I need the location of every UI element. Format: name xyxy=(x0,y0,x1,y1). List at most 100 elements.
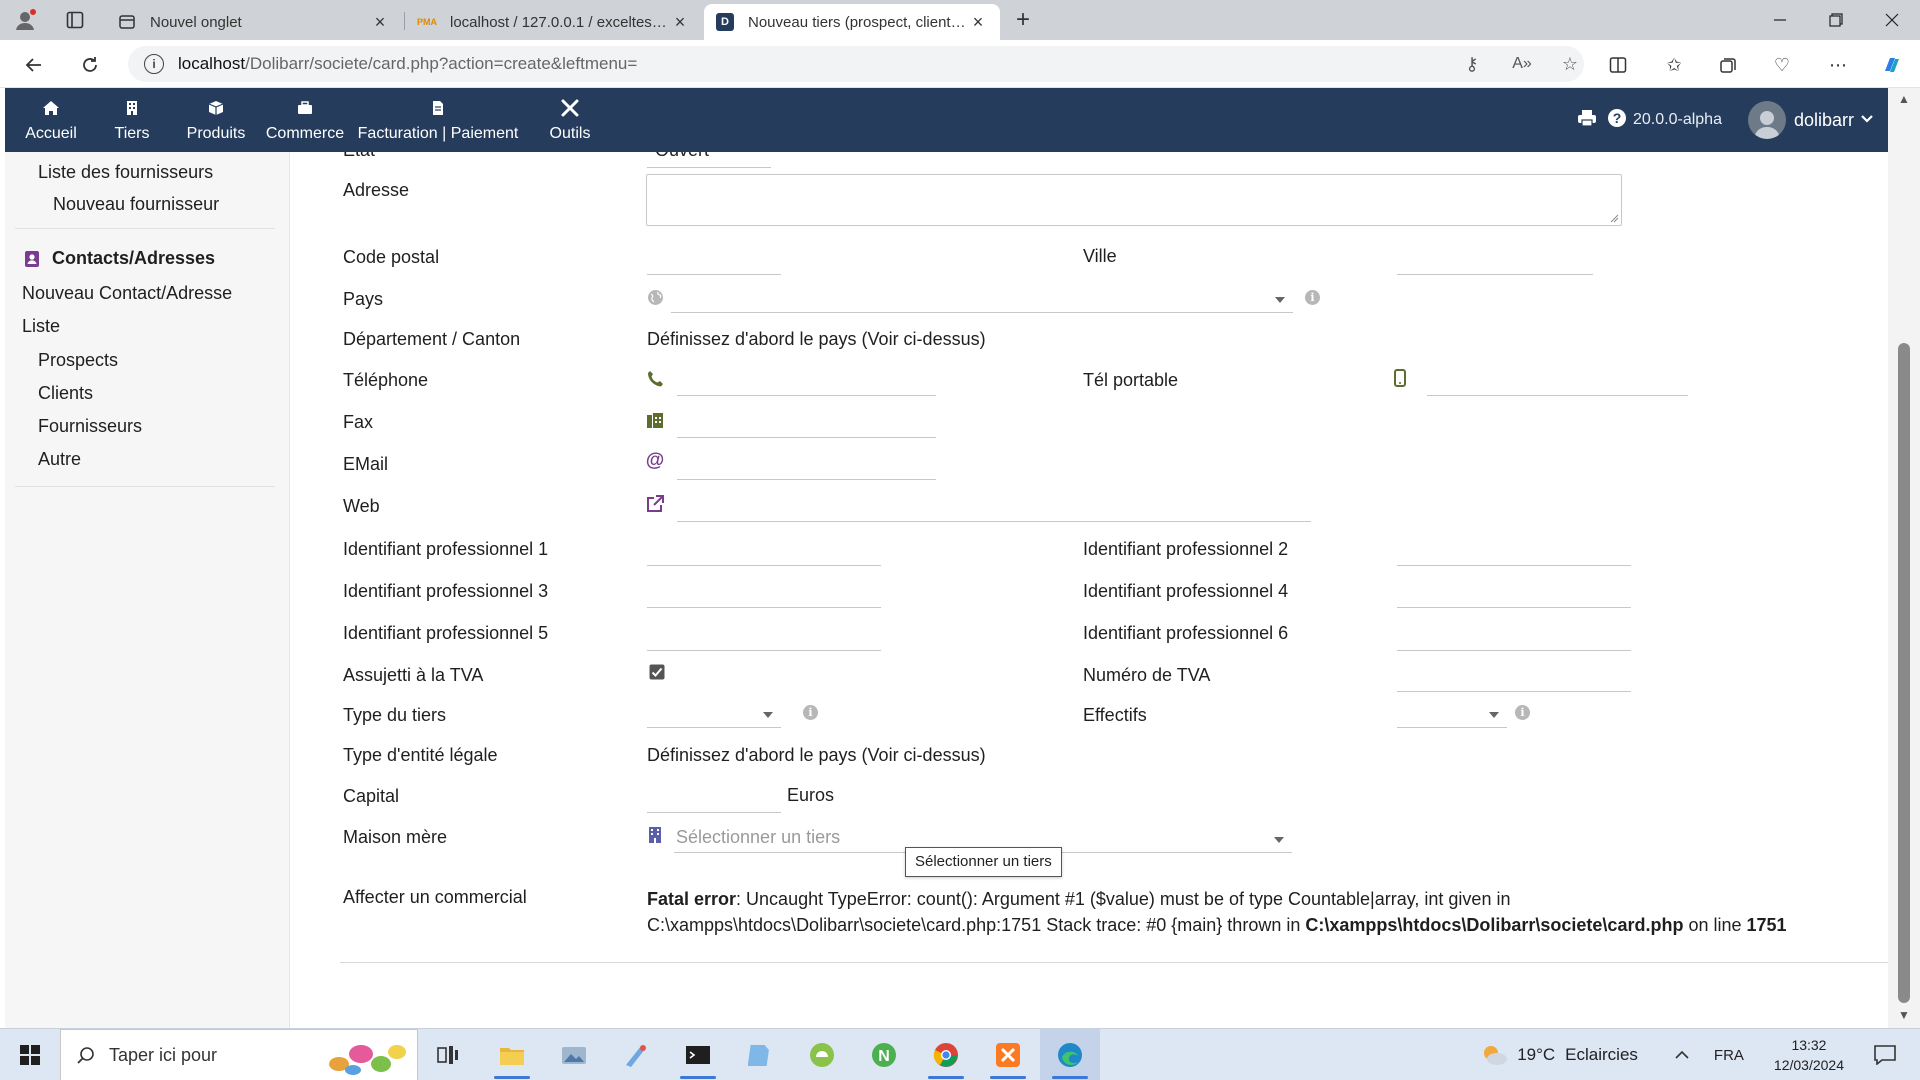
left-menu-new-supplier[interactable]: Nouveau fournisseur xyxy=(53,194,219,215)
tab-phpmyadmin[interactable]: PMA localhost / 127.0.0.1 / exceltests /… xyxy=(406,4,702,40)
id-prof3-input[interactable] xyxy=(647,578,881,608)
left-menu-prospects[interactable]: Prospects xyxy=(38,350,118,371)
avatar[interactable] xyxy=(1747,101,1786,139)
scroll-up-icon[interactable]: ▲ xyxy=(1896,92,1912,108)
android-app-icon[interactable] xyxy=(792,1029,852,1080)
id-prof1-input[interactable] xyxy=(647,536,881,566)
pays-select[interactable] xyxy=(671,283,1293,313)
adresse-textarea[interactable] xyxy=(646,174,1622,226)
back-button[interactable] xyxy=(18,50,50,80)
ville-input[interactable] xyxy=(1397,245,1593,275)
left-menu-new-contact[interactable]: Nouveau Contact/Adresse xyxy=(22,283,232,304)
web-input[interactable] xyxy=(677,492,1311,522)
edge-icon[interactable] xyxy=(1040,1029,1100,1080)
scroll-down-icon[interactable]: ▼ xyxy=(1896,1008,1912,1024)
tab-dolibarr-new-thirdparty[interactable]: D Nouveau tiers (prospect, client, fo × xyxy=(704,4,1000,40)
id-prof4-input[interactable] xyxy=(1397,578,1631,608)
type-tiers-select[interactable] xyxy=(647,698,781,728)
close-tab-icon[interactable]: × xyxy=(370,12,390,33)
etat-select[interactable]: Ouvert xyxy=(647,152,771,168)
xampp-icon[interactable] xyxy=(978,1029,1038,1080)
file-explorer-icon[interactable] xyxy=(482,1029,542,1080)
site-info-icon[interactable]: i xyxy=(144,54,164,74)
effectifs-select[interactable] xyxy=(1397,698,1507,728)
tab-new-tab[interactable]: Nouvel onglet × xyxy=(106,4,402,40)
input-language[interactable]: FRA xyxy=(1714,1047,1744,1064)
clock[interactable]: 13:32 12/03/2024 xyxy=(1774,1035,1844,1075)
settings-more-icon[interactable]: ⋯ xyxy=(1820,50,1856,80)
id-prof5-input[interactable] xyxy=(647,621,881,651)
favorite-star-icon[interactable]: ☆ xyxy=(1552,46,1588,82)
chrome-icon[interactable] xyxy=(916,1029,976,1080)
resize-handle-icon[interactable] xyxy=(1610,214,1619,223)
num-tva-input[interactable] xyxy=(1397,662,1631,692)
info-icon[interactable]: i xyxy=(1305,290,1320,305)
code-postal-input[interactable] xyxy=(647,245,781,275)
menu-produits[interactable]: Produits xyxy=(175,88,257,152)
menu-commerce[interactable]: Commerce xyxy=(260,88,350,152)
password-key-icon[interactable]: ⚷ xyxy=(1454,46,1490,82)
menu-accueil[interactable]: Accueil xyxy=(15,88,87,152)
favorites-icon[interactable]: ✩ xyxy=(1656,50,1692,80)
read-aloud-icon[interactable]: A» xyxy=(1504,46,1540,82)
paint-icon[interactable] xyxy=(606,1029,666,1080)
terminal-icon[interactable] xyxy=(668,1029,728,1080)
departement-label: Département / Canton xyxy=(343,329,521,349)
chevron-up-icon[interactable] xyxy=(1674,1050,1690,1060)
notification-icon[interactable] xyxy=(1874,1045,1896,1065)
menu-tiers[interactable]: Tiers xyxy=(97,88,167,152)
close-window-icon[interactable] xyxy=(1864,0,1920,40)
capital-unit: Euros xyxy=(787,785,835,805)
url-field[interactable]: i localhost /Dolibarr/societe/card.php?a… xyxy=(128,46,1584,82)
scrollbar-thumb[interactable] xyxy=(1898,343,1910,1003)
left-menu-contacts-title[interactable]: Contacts/Adresses xyxy=(24,248,215,269)
capital-input[interactable] xyxy=(647,783,781,813)
minimize-icon[interactable] xyxy=(1752,0,1808,40)
new-tab-button[interactable]: + xyxy=(1008,6,1038,34)
close-tab-icon[interactable]: × xyxy=(968,12,988,33)
tab-actions-icon[interactable] xyxy=(60,6,90,34)
weather-description[interactable]: Eclaircies xyxy=(1565,1045,1638,1065)
print-icon[interactable] xyxy=(1577,109,1597,132)
restore-icon[interactable] xyxy=(1808,0,1864,40)
copilot-icon[interactable] xyxy=(1874,50,1910,80)
windows-start-button[interactable] xyxy=(0,1029,60,1080)
left-menu-other[interactable]: Autre xyxy=(38,449,81,470)
image-viewer-icon[interactable] xyxy=(544,1029,604,1080)
left-menu-supplier-list[interactable]: Liste des fournisseurs xyxy=(38,162,213,183)
email-input[interactable] xyxy=(677,450,936,480)
left-menu-suppliers[interactable]: Fournisseurs xyxy=(38,416,142,437)
close-tab-icon[interactable]: × xyxy=(670,12,690,33)
task-view-icon[interactable] xyxy=(418,1029,478,1080)
entite-legale-label: Type d'entité légale xyxy=(343,745,498,765)
telephone-input[interactable] xyxy=(677,366,936,396)
left-menu-list[interactable]: Liste xyxy=(22,316,60,337)
taskbar-search-input[interactable]: Taper ici pour xyxy=(60,1029,418,1080)
id-prof6-input[interactable] xyxy=(1397,621,1631,651)
menu-label: Facturation | Paiement xyxy=(357,125,519,142)
info-icon[interactable]: i xyxy=(803,705,818,720)
left-menu-clients[interactable]: Clients xyxy=(38,383,93,404)
user-name[interactable]: dolibarr xyxy=(1794,110,1854,131)
ville-label: Ville xyxy=(1083,246,1117,266)
id-prof2-input[interactable] xyxy=(1397,536,1631,566)
fax-input[interactable] xyxy=(677,408,936,438)
menu-facturation-paiement[interactable]: Facturation | Paiement xyxy=(353,88,523,152)
info-icon[interactable]: i xyxy=(1515,705,1530,720)
split-screen-icon[interactable] xyxy=(1600,50,1636,80)
weather-temperature[interactable]: 19°C xyxy=(1517,1045,1555,1065)
page-scrollbar[interactable]: ▲ ▼ xyxy=(1888,88,1920,1028)
collections-icon[interactable] xyxy=(1710,50,1746,80)
weather-cloud-sun-icon[interactable] xyxy=(1479,1042,1509,1068)
help-icon[interactable]: ? xyxy=(1607,108,1627,133)
tva-checkbox[interactable] xyxy=(647,662,667,682)
profile-icon[interactable] xyxy=(10,6,40,34)
notepad-icon[interactable] xyxy=(730,1029,790,1080)
tel-portable-input[interactable] xyxy=(1427,366,1688,396)
chevron-down-icon[interactable] xyxy=(1860,111,1874,129)
nodejs-icon[interactable]: N xyxy=(854,1029,914,1080)
tab-title: Nouvel onglet xyxy=(150,13,242,31)
reload-button[interactable] xyxy=(74,50,106,80)
menu-outils[interactable]: Outils xyxy=(535,88,605,152)
browser-essentials-icon[interactable]: ♡ xyxy=(1764,50,1800,80)
